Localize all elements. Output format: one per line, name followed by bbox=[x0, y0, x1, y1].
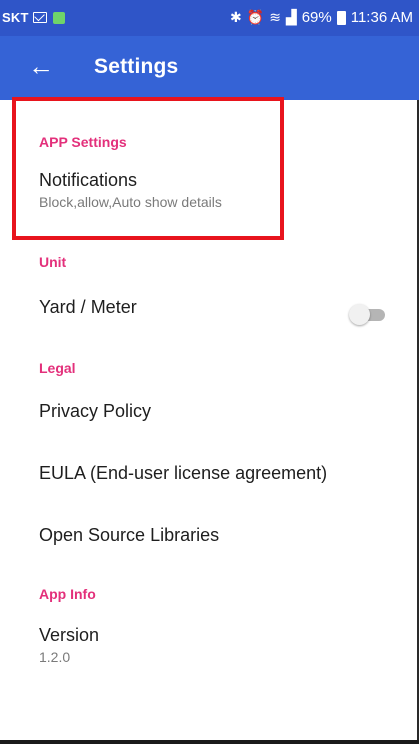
eula-pref[interactable]: EULA (End-user license agreement) bbox=[0, 450, 419, 500]
category-unit: Unit bbox=[39, 254, 67, 270]
battery-icon bbox=[336, 10, 346, 25]
yard-meter-toggle[interactable] bbox=[349, 304, 389, 325]
wifi-icon: ≋ bbox=[269, 9, 281, 25]
carrier-label: SKT bbox=[2, 10, 29, 25]
privacy-policy-pref[interactable]: Privacy Policy bbox=[0, 386, 419, 436]
category-app-info: App Info bbox=[39, 586, 96, 602]
status-left: SKT bbox=[2, 10, 65, 25]
open-source-title: Open Source Libraries bbox=[39, 525, 220, 545]
status-bar: SKT ✱ ⏰ ≋ ▟ 69% 11:36 AM bbox=[0, 0, 419, 36]
toggle-thumb bbox=[349, 304, 370, 325]
category-legal: Legal bbox=[39, 360, 76, 376]
battery-percent: 69% bbox=[301, 9, 332, 26]
arrow-left-icon[interactable]: ← bbox=[26, 52, 56, 82]
screen-edge-bottom bbox=[0, 740, 419, 744]
mail-icon bbox=[32, 12, 47, 23]
clock: 11:36 AM bbox=[350, 9, 413, 26]
privacy-policy-title: Privacy Policy bbox=[39, 401, 152, 421]
notifications-pref[interactable]: Notifications Block,allow,Auto show deta… bbox=[0, 160, 419, 220]
version-title: Version bbox=[39, 625, 100, 645]
version-value: 1.2.0 bbox=[39, 649, 71, 665]
eula-title: EULA (End-user license agreement) bbox=[39, 463, 328, 483]
settings-list: APP Settings Notifications Block,allow,A… bbox=[0, 100, 419, 744]
app-bar: ← Settings bbox=[0, 36, 419, 100]
signal-icon: ▟ bbox=[285, 9, 297, 25]
status-right: ✱ ⏰ ≋ ▟ 69% 11:36 AM bbox=[230, 9, 413, 26]
open-source-pref[interactable]: Open Source Libraries bbox=[0, 512, 419, 562]
notifications-title: Notifications bbox=[39, 170, 138, 190]
version-pref[interactable]: Version 1.2.0 bbox=[0, 614, 419, 674]
bluetooth-icon: ✱ bbox=[230, 9, 242, 25]
notifications-summary: Block,allow,Auto show details bbox=[39, 194, 222, 210]
yard-meter-title: Yard / Meter bbox=[39, 297, 137, 317]
page-title: Settings bbox=[94, 55, 179, 78]
alarm-icon: ⏰ bbox=[246, 9, 265, 25]
category-app-settings: APP Settings bbox=[39, 134, 127, 150]
app-notification-icon bbox=[52, 11, 65, 24]
